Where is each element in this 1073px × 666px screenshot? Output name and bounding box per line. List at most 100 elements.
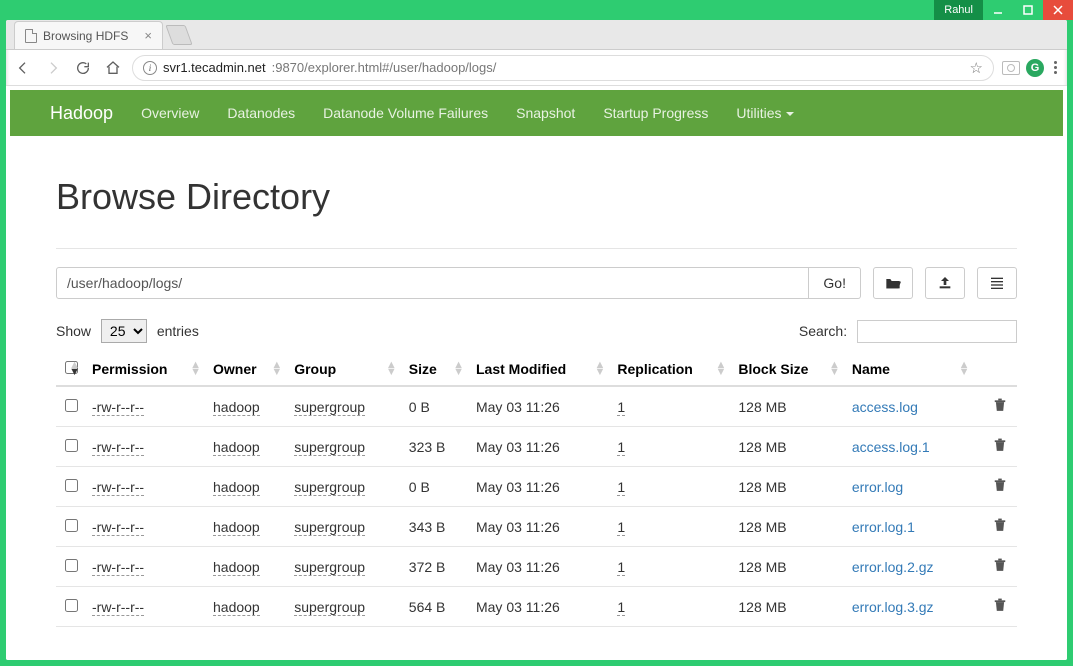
cell-replication[interactable]: 1 (617, 519, 625, 536)
cell-permission[interactable]: -rw-r--r-- (92, 399, 144, 416)
window-minimize-button[interactable] (983, 0, 1013, 20)
cell-group[interactable]: supergroup (294, 519, 365, 536)
cell-modified: May 03 11:26 (470, 427, 611, 467)
go-button[interactable]: Go! (809, 267, 861, 299)
file-link[interactable]: error.log.1 (852, 519, 915, 535)
table-row: -rw-r--r--hadoopsupergroup564 BMay 03 11… (56, 587, 1017, 627)
back-button[interactable] (12, 57, 34, 79)
delete-button[interactable] (975, 507, 1017, 547)
cell-block-size: 128 MB (732, 507, 845, 547)
file-link[interactable]: error.log.2.gz (852, 559, 934, 575)
col-block-size: Block Size▲▼ (732, 353, 845, 386)
cell-size: 0 B (403, 467, 470, 507)
extension-grammarly-icon[interactable]: G (1026, 59, 1044, 77)
cell-group[interactable]: supergroup (294, 599, 365, 616)
cell-size: 343 B (403, 507, 470, 547)
row-checkbox[interactable] (65, 479, 78, 492)
entries-select[interactable]: 25 (101, 319, 147, 343)
delete-button[interactable] (975, 547, 1017, 587)
browser-tab[interactable]: Browsing HDFS × (14, 21, 163, 49)
url-host: svr1.tecadmin.net (163, 60, 266, 75)
app-navbar: Hadoop Overview Datanodes Datanode Volum… (10, 90, 1063, 136)
cell-permission[interactable]: -rw-r--r-- (92, 559, 144, 576)
row-checkbox[interactable] (65, 599, 78, 612)
window-titlebar: Rahul (0, 0, 1073, 20)
cell-block-size: 128 MB (732, 386, 845, 427)
cell-modified: May 03 11:26 (470, 386, 611, 427)
app-brand[interactable]: Hadoop (50, 103, 113, 124)
nav-datanode-volume-failures[interactable]: Datanode Volume Failures (323, 105, 488, 121)
delete-button[interactable] (975, 587, 1017, 627)
cell-modified: May 03 11:26 (470, 467, 611, 507)
search-input[interactable] (857, 320, 1017, 343)
tab-strip: Browsing HDFS × (6, 20, 1067, 50)
forward-button[interactable] (42, 57, 64, 79)
delete-button[interactable] (975, 467, 1017, 507)
path-input[interactable] (56, 267, 809, 299)
browser-menu-button[interactable] (1050, 61, 1061, 74)
cell-group[interactable]: supergroup (294, 399, 365, 416)
cell-block-size: 128 MB (732, 427, 845, 467)
nav-overview[interactable]: Overview (141, 105, 199, 121)
nav-datanodes[interactable]: Datanodes (227, 105, 295, 121)
cell-owner[interactable]: hadoop (213, 399, 260, 416)
col-last-modified: Last Modified▲▼ (470, 353, 611, 386)
upload-button[interactable] (925, 267, 965, 299)
cell-owner[interactable]: hadoop (213, 599, 260, 616)
tab-title: Browsing HDFS (43, 29, 128, 43)
cell-size: 323 B (403, 427, 470, 467)
list-view-button[interactable] (977, 267, 1017, 299)
cell-replication[interactable]: 1 (617, 439, 625, 456)
browser-window: Browsing HDFS × i svr1.tecadmin.net:9870… (6, 20, 1067, 660)
row-checkbox[interactable] (65, 559, 78, 572)
cell-replication[interactable]: 1 (617, 479, 625, 496)
cell-modified: May 03 11:26 (470, 547, 611, 587)
cell-permission[interactable]: -rw-r--r-- (92, 439, 144, 456)
cell-owner[interactable]: hadoop (213, 519, 260, 536)
open-folder-button[interactable] (873, 267, 913, 299)
cell-owner[interactable]: hadoop (213, 559, 260, 576)
col-owner: Owner▲▼ (207, 353, 288, 386)
window-close-button[interactable] (1043, 0, 1073, 20)
cell-permission[interactable]: -rw-r--r-- (92, 519, 144, 536)
cell-permission[interactable]: -rw-r--r-- (92, 599, 144, 616)
cell-owner[interactable]: hadoop (213, 479, 260, 496)
tab-close-icon[interactable]: × (144, 28, 152, 43)
cell-replication[interactable]: 1 (617, 599, 625, 616)
delete-button[interactable] (975, 386, 1017, 427)
row-checkbox[interactable] (65, 439, 78, 452)
screenshot-icon[interactable] (1002, 61, 1020, 75)
bookmark-star-icon[interactable]: ☆ (970, 59, 983, 77)
table-row: -rw-r--r-- hadoop supergroup 323 BMay 03 11… (56, 427, 1017, 467)
cell-modified: May 03 11:26 (470, 507, 611, 547)
nav-startup-progress[interactable]: Startup Progress (603, 105, 708, 121)
cell-group[interactable]: supergroup (294, 479, 365, 496)
file-link[interactable]: access.log (852, 399, 918, 415)
home-button[interactable] (102, 57, 124, 79)
cell-block-size: 128 MB (732, 547, 845, 587)
window-user-badge[interactable]: Rahul (934, 0, 983, 20)
new-tab-button[interactable] (165, 25, 192, 45)
page-viewport[interactable]: Hadoop Overview Datanodes Datanode Volum… (6, 86, 1067, 660)
row-checkbox[interactable] (65, 519, 78, 532)
reload-button[interactable] (72, 57, 94, 79)
cell-permission[interactable]: -rw-r--r-- (92, 479, 144, 496)
cell-replication[interactable]: 1 (617, 559, 625, 576)
delete-button[interactable] (975, 427, 1017, 467)
cell-group[interactable]: supergroup (294, 439, 365, 456)
file-link[interactable]: error.log.3.gz (852, 599, 934, 615)
col-size: Size▲▼ (403, 353, 470, 386)
page-icon (25, 29, 37, 43)
cell-owner[interactable]: hadoop (213, 439, 260, 456)
file-link[interactable]: access.log.1 (852, 439, 930, 455)
nav-utilities[interactable]: Utilities (736, 105, 793, 121)
cell-group[interactable]: supergroup (294, 559, 365, 576)
table-row: -rw-r--r-- hadoop supergroup 0 BMay 03 11:2… (56, 467, 1017, 507)
site-info-icon[interactable]: i (143, 61, 157, 75)
url-box[interactable]: i svr1.tecadmin.net:9870/explorer.html#/… (132, 55, 994, 81)
row-checkbox[interactable] (65, 399, 78, 412)
window-maximize-button[interactable] (1013, 0, 1043, 20)
cell-replication[interactable]: 1 (617, 399, 625, 416)
nav-snapshot[interactable]: Snapshot (516, 105, 575, 121)
file-link[interactable]: error.log (852, 479, 903, 495)
